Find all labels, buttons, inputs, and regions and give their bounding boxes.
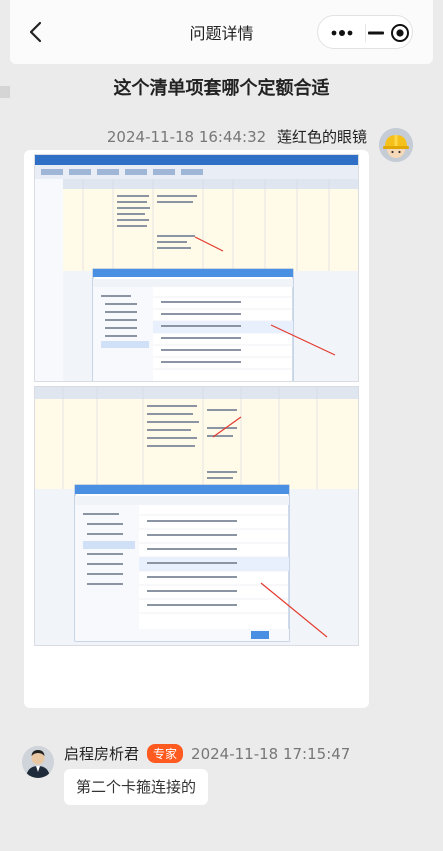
hardhat-avatar-icon[interactable]: [379, 128, 413, 162]
image-attachment-card[interactable]: [24, 150, 369, 708]
message-1-meta: 2024-11-18 16:44:32 莲红色的眼镜: [107, 126, 367, 147]
message-2-author[interactable]: 启程房析君: [64, 743, 139, 764]
message-1-author[interactable]: 莲红色的眼镜: [277, 128, 367, 146]
message-2-bubble[interactable]: 第二个卡箍连接的: [64, 769, 209, 805]
background-edge: [0, 86, 10, 98]
mini-program-capsule: [317, 15, 413, 49]
screenshot-image-top[interactable]: [34, 154, 359, 382]
message-1-timestamp: 2024-11-18 16:44:32: [106, 128, 267, 146]
person-avatar-icon[interactable]: [22, 746, 54, 778]
more-dots-icon[interactable]: [326, 16, 358, 50]
screenshot-image-bottom[interactable]: [34, 386, 359, 646]
question-title: 这个清单项套哪个定额合适: [113, 78, 330, 99]
expert-badge: 专家: [147, 744, 184, 763]
target-circle-icon[interactable]: [384, 16, 416, 50]
message-2-timestamp: 2024-11-18 17:15:47: [191, 744, 351, 763]
navigation-bar: 问题详情: [10, 0, 433, 64]
message-2-meta: 启程房析君 专家 2024-11-18 17:15:47: [64, 743, 350, 764]
